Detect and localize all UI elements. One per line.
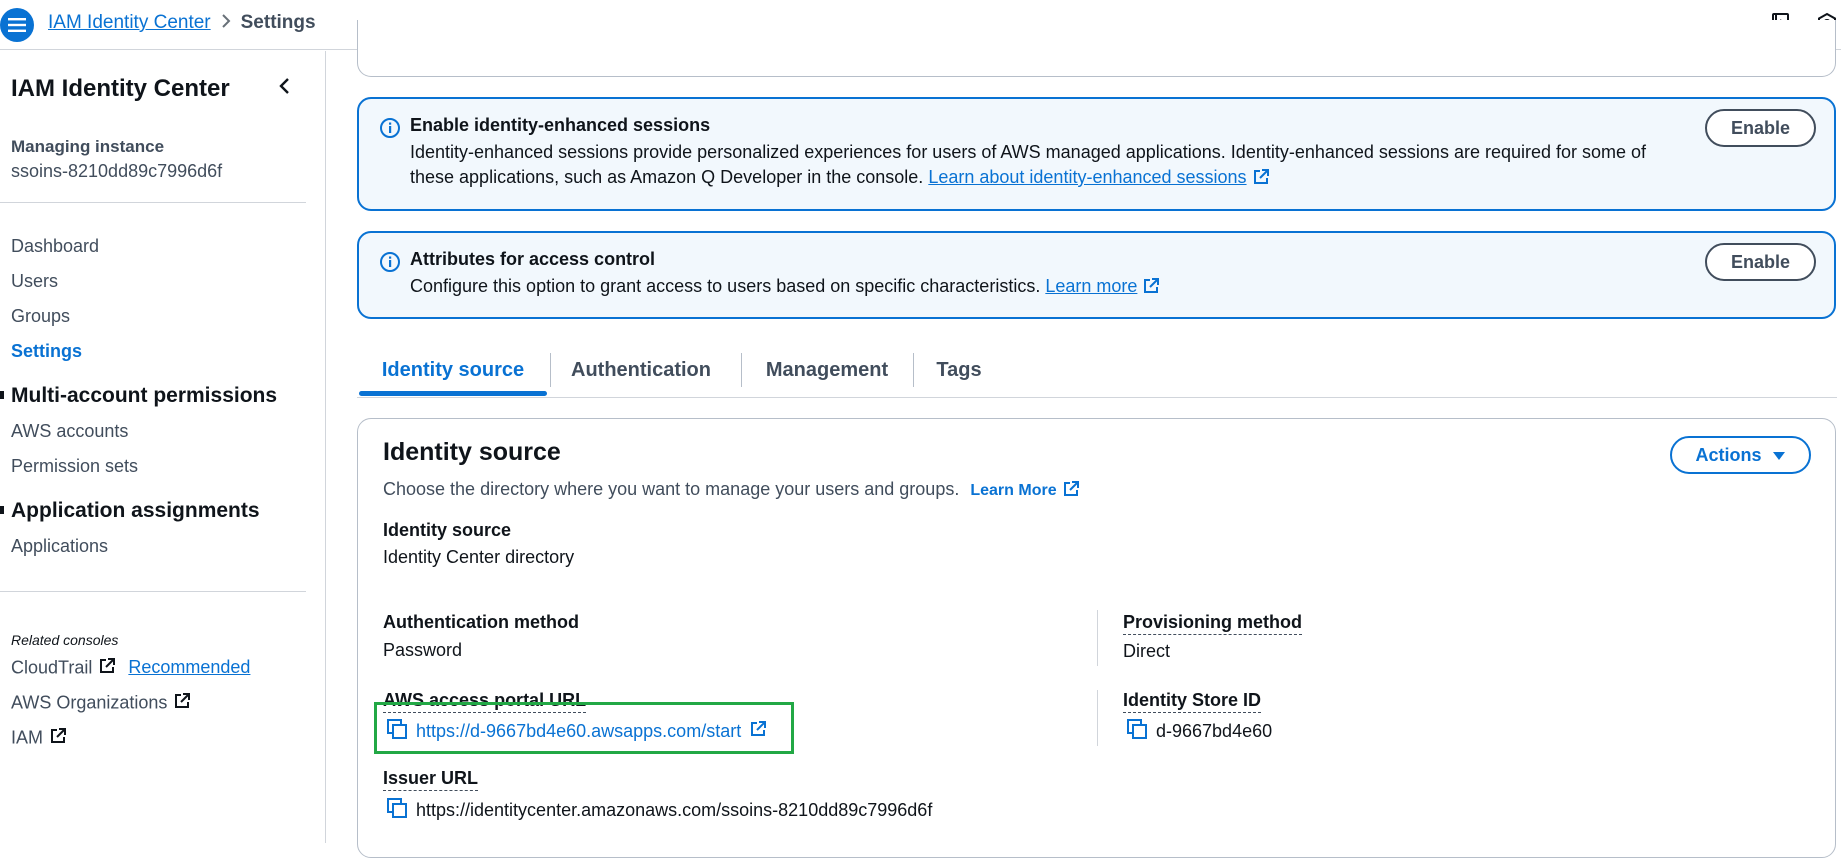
info-icon bbox=[379, 251, 401, 278]
learn-about-identity-enhanced-sessions-link[interactable]: Learn about identity-enhanced sessions bbox=[928, 167, 1246, 187]
enable-attributes-for-access-control-button[interactable]: Enable bbox=[1705, 243, 1816, 281]
sidebar-item-permission-sets[interactable]: Permission sets bbox=[11, 456, 138, 477]
sidebar: IAM Identity Center Managing instance ss… bbox=[0, 51, 326, 843]
tab-management[interactable]: Management bbox=[742, 345, 912, 395]
sidebar-title: IAM Identity Center bbox=[11, 75, 230, 102]
breadcrumb-current: Settings bbox=[240, 12, 316, 33]
panel-description: Choose the directory where you want to m… bbox=[383, 479, 1080, 500]
attributes-for-access-control-alert: Attributes for access control Configure … bbox=[357, 231, 1836, 319]
caret-down-icon[interactable] bbox=[0, 391, 4, 399]
caret-down-icon[interactable] bbox=[0, 506, 4, 514]
issuer-url-value: https://identitycenter.amazonaws.com/sso… bbox=[416, 800, 933, 820]
sidebar-item-applications[interactable]: Applications bbox=[11, 536, 108, 557]
external-link-icon bbox=[49, 727, 67, 750]
identity-store-id-row: d-9667bd4e60 bbox=[1126, 718, 1272, 745]
sidebar-item-users[interactable]: Users bbox=[11, 271, 58, 292]
learn-more-link[interactable]: Learn More bbox=[970, 482, 1056, 499]
sidebar-item-settings[interactable]: Settings bbox=[11, 341, 82, 362]
settings-tabs: Identity source Authentication Managemen… bbox=[357, 345, 1837, 398]
breadcrumb-iam-identity-center[interactable]: IAM Identity Center bbox=[48, 12, 211, 34]
issuer-url-label[interactable]: Issuer URL bbox=[383, 768, 479, 791]
sidebar-item-dashboard[interactable]: Dashboard bbox=[11, 236, 99, 257]
alert-body-text: Configure this option to grant access to… bbox=[410, 276, 1041, 296]
authentication-method-label: Authentication method bbox=[383, 612, 579, 632]
sidebar-divider bbox=[0, 202, 306, 203]
active-tab-indicator bbox=[359, 391, 547, 396]
external-link-icon bbox=[98, 657, 116, 680]
identity-store-id-label[interactable]: Identity Store ID bbox=[1123, 690, 1262, 713]
enable-identity-enhanced-sessions-button[interactable]: Enable bbox=[1705, 109, 1816, 147]
provisioning-method-label[interactable]: Provisioning method bbox=[1123, 612, 1303, 635]
highlight-box bbox=[374, 702, 794, 754]
actions-button[interactable]: Actions bbox=[1670, 436, 1811, 474]
actions-label: Actions bbox=[1695, 444, 1762, 465]
menu-icon[interactable] bbox=[0, 8, 34, 42]
identity-source-label: Identity source bbox=[383, 520, 512, 540]
info-icon bbox=[379, 117, 401, 144]
external-link-icon bbox=[1142, 276, 1160, 296]
column-divider bbox=[1097, 610, 1098, 666]
previous-section-card bbox=[357, 20, 1836, 77]
issuer-url-row: https://identitycenter.amazonaws.com/sso… bbox=[386, 797, 932, 824]
provisioning-method-value: Direct bbox=[1123, 641, 1171, 661]
caret-down-icon bbox=[1772, 445, 1786, 466]
managing-instance-label: Managing instance bbox=[11, 137, 165, 156]
copy-icon[interactable] bbox=[386, 797, 408, 824]
external-link-icon bbox=[1252, 167, 1270, 187]
alert-title: Attributes for access control bbox=[410, 249, 656, 269]
copy-icon[interactable] bbox=[1126, 718, 1148, 745]
related-console-aws-organizations[interactable]: AWS Organizations bbox=[11, 692, 191, 715]
iam-link[interactable]: IAM bbox=[11, 727, 43, 747]
sidebar-section-application-assignments[interactable]: Application assignments bbox=[11, 499, 260, 523]
collapse-sidebar-icon[interactable] bbox=[278, 77, 290, 100]
identity-store-id-value: d-9667bd4e60 bbox=[1156, 721, 1273, 741]
sidebar-divider bbox=[0, 591, 306, 592]
related-console-iam[interactable]: IAM bbox=[11, 727, 67, 750]
alert-title: Enable identity-enhanced sessions bbox=[410, 115, 711, 135]
related-console-cloudtrail[interactable]: CloudTrail Recommended bbox=[11, 657, 250, 680]
identity-source-value: Identity Center directory bbox=[383, 547, 575, 567]
authentication-method-value: Password bbox=[383, 640, 463, 660]
related-consoles-label: Related consoles bbox=[11, 632, 119, 648]
recommended-link[interactable]: Recommended bbox=[128, 657, 250, 677]
chevron-right-icon bbox=[221, 12, 231, 34]
breadcrumb: IAM Identity Center Settings bbox=[48, 0, 316, 46]
sidebar-item-aws-accounts[interactable]: AWS accounts bbox=[11, 421, 128, 442]
aws-organizations-link[interactable]: AWS Organizations bbox=[11, 692, 167, 712]
learn-more-link[interactable]: Learn more bbox=[1045, 276, 1137, 296]
panel-description-text: Choose the directory where you want to m… bbox=[383, 479, 960, 499]
external-link-icon bbox=[1062, 479, 1080, 499]
alert-body: Identity-enhanced sessions provide perso… bbox=[410, 140, 1690, 190]
external-link-icon bbox=[173, 692, 191, 715]
panel-title: Identity source bbox=[383, 438, 561, 466]
identity-enhanced-sessions-alert: Enable identity-enhanced sessions Identi… bbox=[357, 97, 1836, 211]
sidebar-section-multi-account-permissions[interactable]: Multi-account permissions bbox=[11, 384, 277, 408]
tab-tags[interactable]: Tags bbox=[914, 345, 1004, 395]
tab-identity-source[interactable]: Identity source bbox=[359, 345, 547, 395]
tab-authentication[interactable]: Authentication bbox=[551, 345, 731, 395]
column-divider bbox=[1097, 690, 1098, 746]
alert-body: Configure this option to grant access to… bbox=[410, 274, 1690, 299]
sidebar-item-groups[interactable]: Groups bbox=[11, 306, 70, 327]
cloudtrail-link[interactable]: CloudTrail bbox=[11, 657, 92, 677]
managing-instance-value: ssoins-8210dd89c7996d6f bbox=[11, 161, 223, 181]
